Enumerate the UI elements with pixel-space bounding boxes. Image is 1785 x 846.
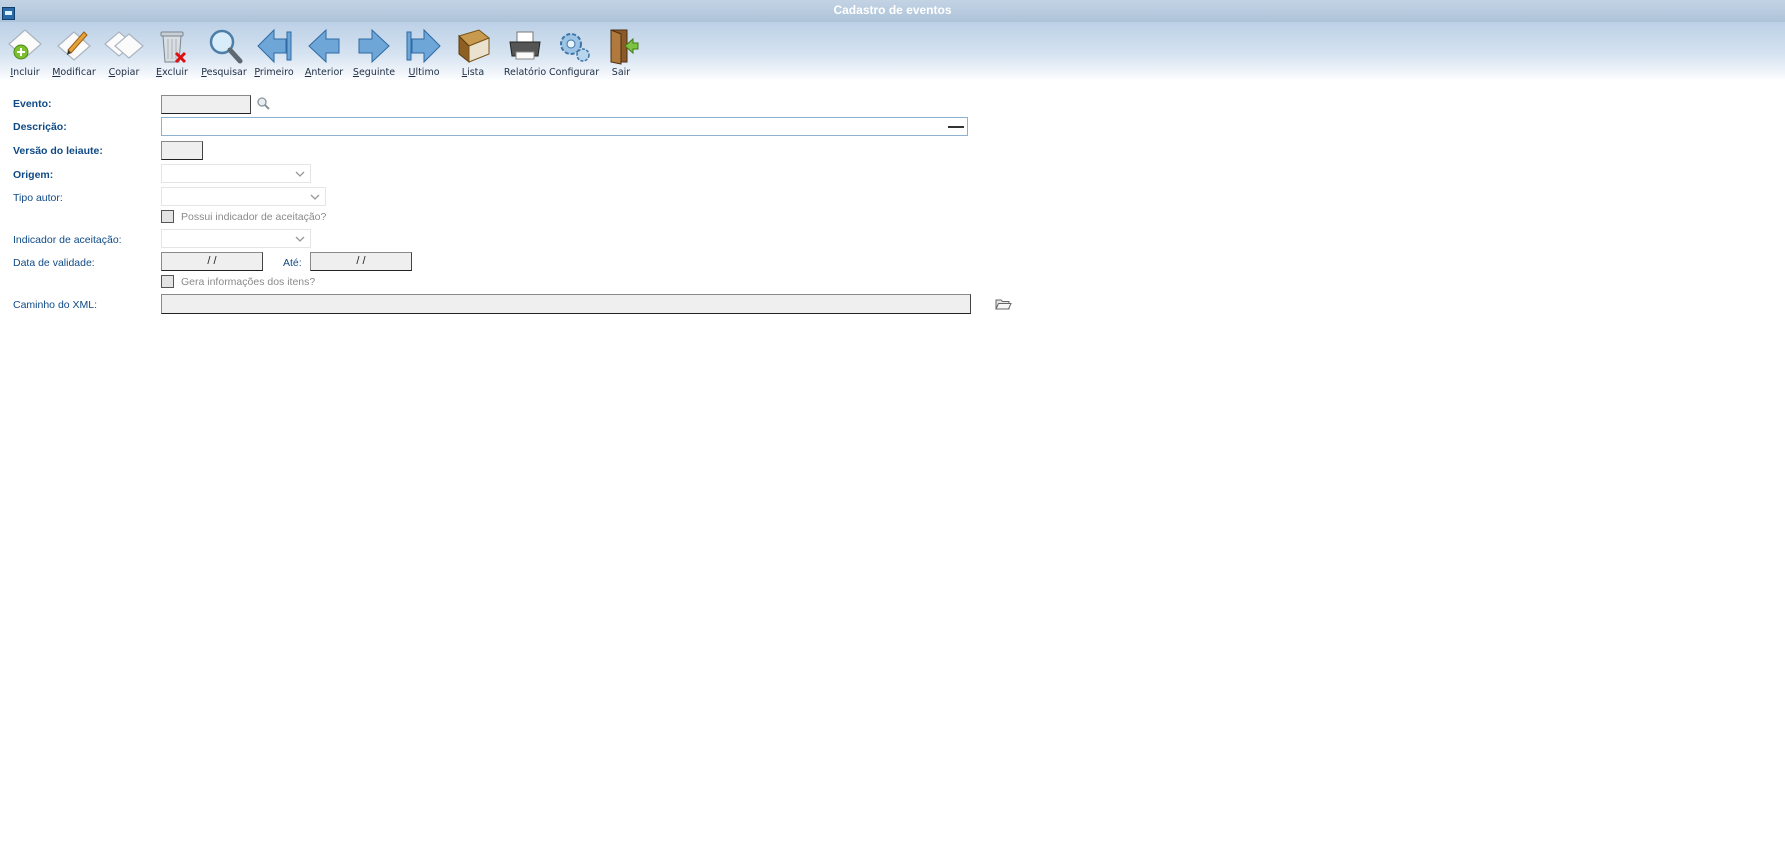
edit-icon: [57, 31, 91, 61]
sair-label: Sair: [611, 67, 631, 78]
copy-icon: [104, 31, 144, 59]
window-title: Cadastro de eventos: [833, 3, 952, 17]
versao-leiaute-label: Versão do leiaute:: [13, 145, 103, 157]
configurar-label: Configurar: [549, 67, 600, 78]
configurar-button[interactable]: Configurar: [549, 26, 599, 78]
gear-icon: [560, 33, 590, 62]
title-bar: Cadastro de eventos: [0, 0, 1785, 22]
caminho-xml-input[interactable]: [161, 294, 971, 314]
descricao-input[interactable]: [161, 117, 968, 136]
window-icon[interactable]: [2, 7, 15, 20]
chevron-down-icon: [295, 171, 305, 177]
modificar-button[interactable]: Modificar: [49, 26, 99, 78]
indicador-aceitacao-select[interactable]: [161, 229, 311, 248]
origem-select[interactable]: [161, 164, 311, 183]
printer-icon: [509, 31, 541, 60]
chevron-down-icon: [310, 194, 320, 200]
lista-button[interactable]: Lista: [448, 26, 498, 78]
origem-label: Origem:: [13, 169, 54, 181]
sair-button[interactable]: Sair: [596, 26, 646, 78]
primeiro-button[interactable]: Primeiro: [249, 26, 299, 78]
possui-indicador-checkbox[interactable]: [161, 210, 174, 223]
chevron-down-icon: [295, 236, 305, 242]
modificar-label: odificar: [60, 67, 96, 78]
seguinte-button[interactable]: Seguinte: [349, 26, 399, 78]
gera-informacoes-checkbox[interactable]: [161, 275, 174, 288]
excluir-button[interactable]: Excluir: [147, 26, 197, 78]
tipo-autor-label: Tipo autor:: [13, 192, 63, 204]
pesquisar-button[interactable]: Pesquisar: [199, 26, 249, 78]
primeiro-label: rimeiro: [259, 67, 294, 78]
incluir-label: ncluir: [13, 67, 40, 78]
trash-icon: [160, 31, 187, 64]
last-icon: [406, 28, 441, 64]
search-icon: [209, 29, 243, 64]
anterior-label: nterior: [311, 67, 344, 78]
evento-input[interactable]: [161, 95, 251, 114]
add-icon: [8, 29, 42, 60]
pesquisar-label: esquisar: [206, 67, 247, 78]
exit-door-icon: [610, 29, 639, 65]
lookup-search-icon[interactable]: [256, 96, 270, 110]
first-icon: [257, 28, 292, 64]
excluir-label: xcluir: [162, 67, 188, 78]
book-icon: [458, 29, 490, 64]
toolbar: Incluir Modificar Copiar Excluir Pesquis…: [0, 22, 1785, 82]
tipo-autor-select[interactable]: [161, 187, 326, 206]
gera-informacoes-label: Gera informações dos itens?: [181, 276, 316, 288]
ate-label: Até:: [283, 257, 302, 269]
possui-indicador-label: Possui indicador de aceitação?: [181, 211, 327, 223]
lista-label: ista: [467, 67, 485, 78]
caminho-xml-label: Caminho do XML:: [13, 299, 98, 311]
descricao-label: Descrição:: [13, 121, 67, 133]
ultimo-label: ltimo: [415, 67, 440, 78]
copiar-button[interactable]: Copiar: [99, 26, 149, 78]
seguinte-label: eguinte: [358, 67, 396, 78]
data-validade-fim-input[interactable]: / /: [310, 252, 412, 271]
next-icon: [358, 28, 390, 64]
ultimo-button[interactable]: Ultimo: [399, 26, 449, 78]
evento-label: Evento:: [13, 98, 52, 110]
versao-leiaute-input[interactable]: [161, 141, 203, 160]
folder-open-icon[interactable]: [995, 297, 1012, 311]
incluir-button[interactable]: Incluir: [0, 26, 50, 78]
anterior-button[interactable]: Anterior: [299, 26, 349, 78]
relatorio-button[interactable]: Relatório: [500, 26, 550, 78]
data-validade-inicio-input[interactable]: / /: [161, 252, 263, 271]
previous-icon: [308, 28, 340, 64]
indicador-aceitacao-label: Indicador de aceitação:: [13, 234, 122, 246]
relatorio-label: Relatório: [503, 67, 547, 78]
copiar-label: opiar: [115, 67, 140, 78]
data-validade-label: Data de validade:: [13, 257, 95, 269]
expand-text-icon[interactable]: [948, 126, 964, 128]
